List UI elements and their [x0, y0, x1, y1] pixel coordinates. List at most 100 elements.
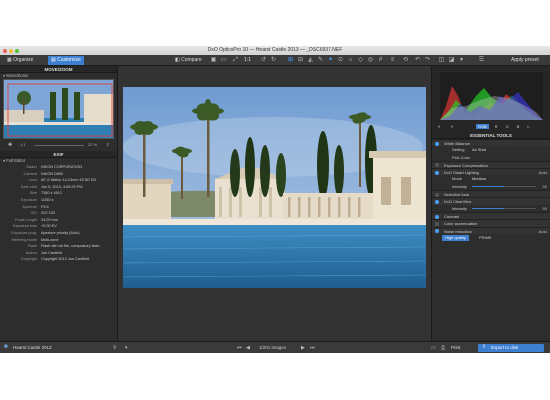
tab-customize[interactable]: ▤ Customize — [48, 56, 84, 65]
tool-row[interactable]: Contrast — [432, 211, 550, 220]
tool-row[interactable]: Color accentuation — [432, 219, 550, 227]
folder-label: Hearst Castle 2013 — [13, 345, 52, 350]
tool-label: DxO Smart Lighting — [444, 170, 479, 176]
rotate-left-icon[interactable]: ↺ — [260, 57, 267, 64]
full-editor-label: Full Editor — [6, 158, 26, 163]
zoom-stepper-icon[interactable]: ⇕ — [106, 142, 109, 147]
next-image-icon[interactable]: ▶ — [301, 345, 305, 351]
high-quality-toggle[interactable]: High quality — [442, 235, 469, 242]
tool-toggle-icon[interactable] — [435, 141, 439, 146]
move-icon[interactable]: ✥ — [8, 142, 12, 148]
tab-organize[interactable]: ▦ Organize — [4, 56, 36, 65]
tool-row[interactable]: Setting As Shot — [432, 146, 550, 153]
exif-key: ISO — [30, 211, 37, 216]
printer-icon[interactable]: ⎙ — [441, 345, 445, 351]
tool-slider[interactable] — [472, 185, 536, 188]
histogram-mode-g[interactable]: G — [504, 124, 511, 129]
overlay-icon[interactable]: ◪ — [448, 57, 455, 64]
lens-icon[interactable]: ◎ — [367, 57, 374, 64]
first-image-icon[interactable]: ⏮ — [237, 345, 242, 351]
pipette-icon[interactable]: ✎ — [317, 57, 324, 64]
exif-value: Jon Canfield — [41, 250, 63, 255]
zoom-slider[interactable] — [34, 145, 84, 146]
perspective-icon[interactable]: ⌂ — [347, 57, 354, 64]
fit-screen-icon[interactable]: ⤢ — [232, 57, 239, 64]
histogram-mode-b[interactable]: B — [515, 124, 522, 129]
history-icon[interactable]: ⟲ — [402, 57, 409, 64]
tool-toggle-icon[interactable] — [435, 199, 439, 204]
exif-value: Copyright 2013 Jon Canfield — [41, 257, 89, 262]
tool-row[interactable]: Intensity 50 — [432, 205, 550, 212]
histogram-mode-rgb[interactable]: RGB — [476, 124, 489, 129]
sort-icon[interactable]: ▾ — [125, 345, 128, 351]
histogram-mode-r[interactable]: R — [493, 124, 500, 129]
redo-icon[interactable]: ↷ — [424, 57, 431, 64]
apply-preset-button[interactable]: Apply preset — [508, 56, 542, 65]
exif-value: 24.00 mm — [41, 217, 58, 222]
presets-icon[interactable]: ≡ — [389, 57, 396, 64]
zoom-window-icon[interactable] — [15, 48, 19, 53]
exif-value: ISO 100 — [41, 211, 55, 216]
brush-icon[interactable]: ✦ — [327, 57, 334, 64]
navigator-thumbnail[interactable] — [3, 79, 114, 139]
tool-toggle-icon[interactable] — [435, 214, 439, 219]
tool-toggle-icon[interactable] — [435, 192, 439, 197]
tool-row[interactable]: Selective tone — [432, 190, 550, 198]
export-button[interactable]: ⇪ Export to disk — [478, 343, 544, 352]
tool-field-value[interactable]: As Shot — [472, 146, 486, 153]
tool-row[interactable]: DxO ClearView — [432, 197, 550, 205]
tool-row[interactable]: Intensity 50 — [432, 183, 550, 190]
rotate-right-icon[interactable]: ↻ — [270, 57, 277, 64]
crop-icon[interactable]: ⊞ — [287, 57, 294, 64]
exif-row: Exposure prog. Aperture priority (A/Av) — [0, 230, 117, 237]
tool-label: Intensity — [452, 183, 467, 189]
filter-icon[interactable]: ⚲ — [113, 345, 117, 351]
tool-slider-fill — [472, 207, 504, 210]
zoom-value: 1:1 — [20, 142, 26, 147]
retouch-icon[interactable]: ⊙ — [337, 57, 344, 64]
tool-row[interactable]: Pick Color — [432, 154, 550, 161]
tool-row[interactable]: Noise reduction Auto — [432, 226, 550, 234]
straighten-icon[interactable]: ⊟ — [297, 57, 304, 64]
tool-label: White Balance — [444, 141, 470, 146]
tool-toggle-icon[interactable] — [435, 163, 439, 168]
compare-label: Compare — [181, 57, 202, 63]
tab-customize-label: Customize — [57, 57, 81, 63]
tool-row[interactable]: White Balance — [432, 139, 550, 147]
zoom-controls: ✥ 1:1 22 % ⇕ — [0, 139, 117, 151]
shadow-clip-icon[interactable]: ◐ — [438, 124, 441, 130]
tool-toggle-icon[interactable] — [435, 221, 439, 226]
undo-icon[interactable]: ↶ — [414, 57, 421, 64]
histogram-mode-l[interactable]: L — [525, 124, 531, 129]
exif-row: Copyright Copyright 2013 Jon Canfield — [0, 256, 117, 263]
compare-button[interactable]: ◧ Compare — [172, 56, 205, 65]
tool-toggle-icon[interactable] — [435, 170, 439, 175]
overlay-arrow-icon[interactable]: ▾ — [458, 57, 465, 64]
display-mode-icon[interactable]: ▭ — [220, 57, 227, 64]
preview-icon[interactable]: ▣ — [210, 57, 217, 64]
print-button[interactable]: Print — [451, 345, 460, 350]
close-window-icon[interactable] — [3, 48, 7, 53]
zoom-100-button[interactable]: 1:1 — [241, 56, 254, 65]
tool-row[interactable]: Exposure Compensation — [432, 160, 550, 169]
minimize-window-icon[interactable] — [9, 48, 13, 53]
last-image-icon[interactable]: ⏭ — [310, 345, 315, 351]
prime-toggle[interactable]: PRIME — [476, 235, 495, 241]
preset-layer-icon[interactable]: ☰ — [478, 57, 485, 64]
horizon-icon[interactable]: ◭ — [307, 57, 314, 64]
tool-row[interactable]: Mode Medium — [432, 175, 550, 182]
exif-header: EXIF — [0, 151, 117, 158]
tool-toggle-icon[interactable] — [435, 229, 439, 234]
monitor-icon[interactable]: ▭ — [431, 345, 436, 351]
main-photo[interactable] — [123, 87, 426, 288]
highlight-clip-icon[interactable]: ◑ — [450, 124, 453, 130]
split-view-icon[interactable]: ◫ — [438, 57, 445, 64]
photo-image — [123, 87, 426, 288]
tool-row[interactable]: DxO Smart Lighting Auto — [432, 168, 550, 176]
image-viewer[interactable] — [118, 66, 431, 341]
grid-overlay-icon[interactable]: # — [377, 57, 384, 64]
tool-slider[interactable] — [472, 207, 536, 210]
volume-icon[interactable]: ◇ — [357, 57, 364, 64]
tool-field-value[interactable]: Medium — [472, 175, 486, 182]
previous-image-icon[interactable]: ◀ — [246, 345, 250, 351]
